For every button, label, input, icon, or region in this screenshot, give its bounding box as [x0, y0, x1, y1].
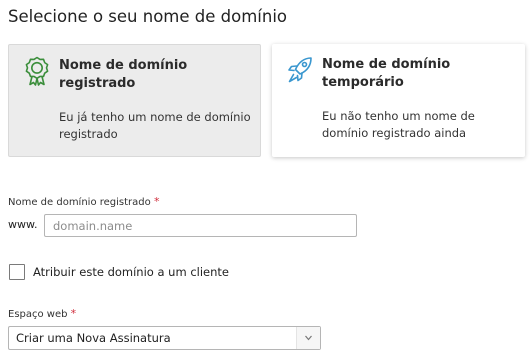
domain-name-input[interactable]	[44, 214, 357, 237]
chevron-down-icon[interactable]	[296, 327, 320, 349]
award-ribbon-icon	[24, 56, 50, 86]
required-marker: *	[70, 307, 77, 320]
rocket-icon	[287, 55, 313, 85]
domain-name-label-text: Nome de domínio registrado	[8, 197, 151, 208]
domain-name-label: Nome de domínio registrado *	[8, 195, 159, 208]
registered-domain-option[interactable]: Nome de domínio registrado Eu já tenho u…	[8, 44, 261, 157]
temporary-domain-title: Nome de domínio temporário	[322, 57, 451, 90]
registered-domain-title: Nome de domínio registrado	[59, 58, 188, 91]
temporary-domain-description: Eu não tenho um nome de domínio registra…	[322, 109, 475, 140]
registered-domain-description: Eu já tenho um nome de domínio registrad…	[59, 110, 251, 141]
assign-client-checkbox[interactable]	[9, 264, 25, 280]
assign-client-label[interactable]: Atribuir este domínio a um cliente	[33, 265, 229, 279]
required-marker: *	[153, 195, 160, 208]
webspace-label-text: Espaço web	[8, 309, 68, 320]
www-prefix: www.	[8, 218, 38, 231]
webspace-select[interactable]: Criar uma Nova Assinatura	[8, 326, 321, 350]
temporary-domain-option[interactable]: Nome de domínio temporário Eu não tenho …	[272, 44, 525, 157]
webspace-select-value: Criar uma Nova Assinatura	[16, 331, 171, 345]
page-title: Selecione o seu nome de domínio	[8, 7, 288, 26]
webspace-label: Espaço web *	[8, 307, 76, 320]
